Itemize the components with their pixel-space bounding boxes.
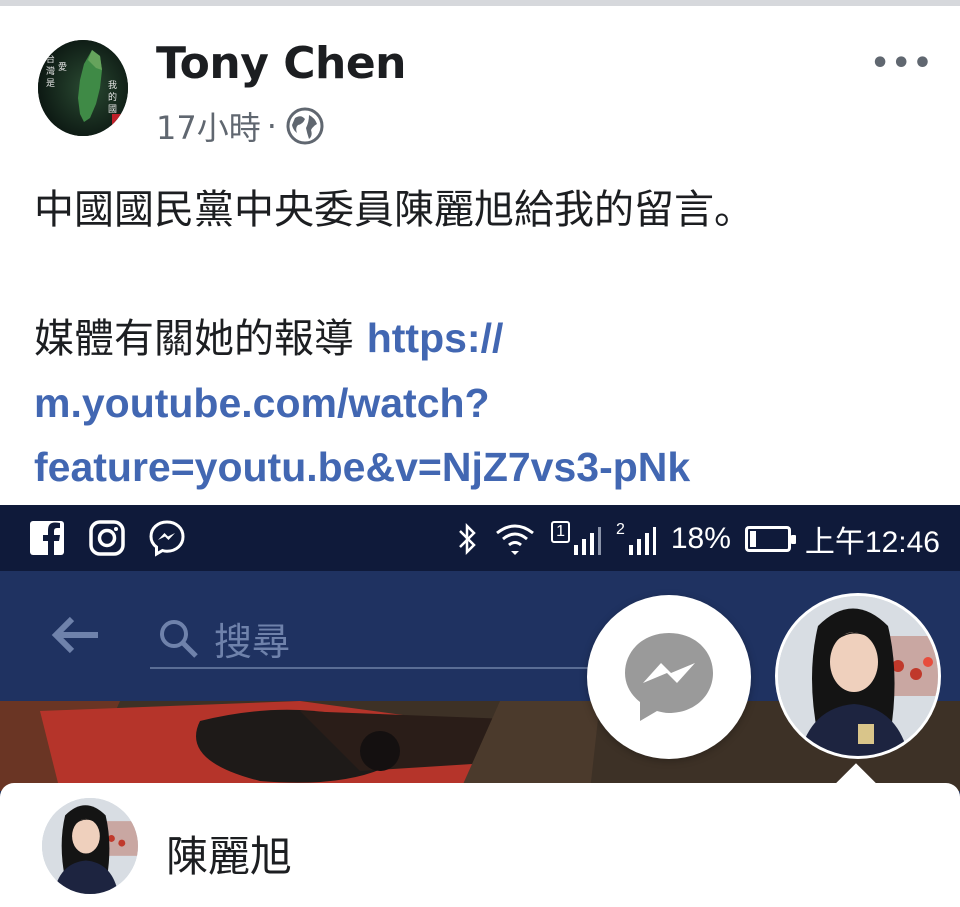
top-divider [0, 0, 960, 6]
youtube-link-part-3[interactable]: feature=youtu.be&v=NjZ7vs3-pNk [34, 435, 934, 499]
search-input[interactable]: 搜尋 [150, 609, 610, 669]
post-line-2-text: 媒體有關她的報導 [34, 316, 367, 362]
back-arrow-icon[interactable] [50, 613, 102, 657]
svg-text:國: 國 [108, 104, 117, 115]
sim1-label: 1 [551, 521, 570, 543]
youtube-link-part-2[interactable]: m.youtube.com/watch? [34, 371, 934, 435]
svg-text:我: 我 [108, 80, 117, 91]
post-line-1: 中國國民黨中央委員陳麗旭給我的留言。 [34, 187, 754, 233]
search-icon [160, 620, 198, 658]
battery-percent: 18% [670, 522, 731, 555]
youtube-link-part-1[interactable]: https:// [367, 315, 504, 361]
sim2-signal: 2 [616, 521, 657, 557]
battery-icon [744, 526, 796, 552]
chat-popup[interactable]: 陳麗旭 [0, 763, 960, 907]
attached-screenshot[interactable]: 1 2 18% 上午12:46 搜尋 陳麗旭 [0, 505, 960, 907]
svg-text:的: 的 [108, 91, 117, 103]
post-line-2: 媒體有關她的報導 https:// [34, 306, 934, 371]
messenger-icon [625, 633, 713, 721]
taiwan-map-icon: 台 灣 是 愛 我 的 國 [38, 40, 128, 136]
globe-icon [286, 107, 324, 145]
status-clock: 上午12:46 [804, 526, 940, 559]
svg-text:台: 台 [46, 53, 55, 65]
author-name[interactable]: Tony Chen [156, 38, 407, 89]
popup-avatar[interactable] [42, 798, 138, 894]
author-avatar[interactable]: 台 灣 是 愛 我 的 國 [38, 40, 128, 136]
more-options-icon[interactable]: ••• [870, 46, 934, 81]
svg-text:是: 是 [46, 78, 55, 89]
instagram-icon [89, 520, 125, 556]
battery-fill [749, 531, 757, 547]
profile-photo [778, 596, 938, 756]
popup-contact-name[interactable]: 陳麗旭 [166, 823, 292, 884]
post-time[interactable]: 17小時 [156, 103, 261, 149]
sim2-label: 2 [615, 521, 625, 538]
post-meta: 17小時 · [156, 104, 325, 148]
chat-head-avatar[interactable] [775, 593, 941, 759]
signal-bars-icon [573, 527, 601, 555]
meta-separator: · [266, 107, 277, 145]
sim1-signal: 1 [551, 521, 602, 557]
svg-text:愛: 愛 [58, 61, 67, 73]
status-left-icons [28, 519, 186, 557]
facebook-icon [30, 521, 64, 555]
svg-text:灣: 灣 [46, 65, 55, 77]
profile-photo [42, 798, 138, 894]
messenger-icon [149, 520, 185, 557]
search-placeholder: 搜尋 [214, 619, 291, 664]
status-right-indicators: 1 2 18% 上午12:46 [455, 517, 940, 561]
bluetooth-icon [459, 522, 476, 556]
signal-bars-icon [628, 527, 656, 555]
phone-status-bar: 1 2 18% 上午12:46 [0, 505, 960, 571]
messenger-chat-bubble[interactable] [587, 595, 751, 759]
post-text: 中國國民黨中央委員陳麗旭給我的留言。 媒體有關她的報導 https:// m.y… [34, 178, 934, 499]
wifi-icon [496, 524, 534, 555]
